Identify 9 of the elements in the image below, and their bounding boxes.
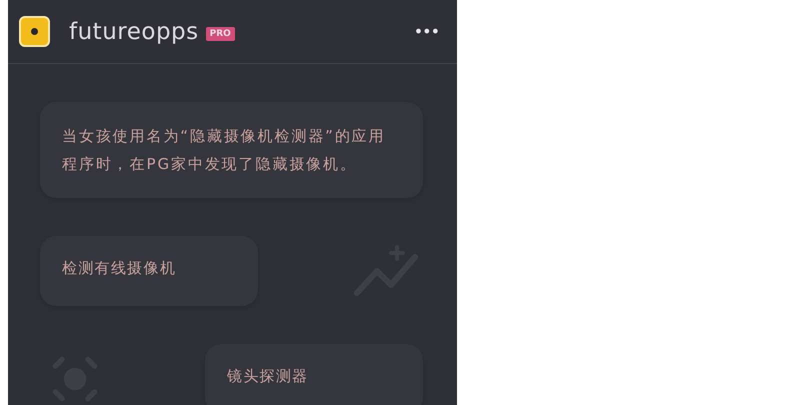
app-name: futureopps [69, 18, 199, 44]
feature-card[interactable]: 检测有线摄像机 [40, 236, 258, 306]
feature-label: 检测有线摄像机 [62, 259, 176, 277]
app-logo-icon [19, 16, 50, 47]
more-menu-button[interactable]: ••• [414, 22, 439, 41]
feature-label: 镜头探测器 [227, 367, 308, 385]
message-text: 当女孩使用名为“隐藏摄像机检测器”的应用程序时，在PG家中发现了隐藏摄像机。 [62, 127, 386, 173]
pro-badge: PRO [206, 27, 235, 41]
feature-card[interactable]: 镜头探测器 [205, 344, 423, 405]
